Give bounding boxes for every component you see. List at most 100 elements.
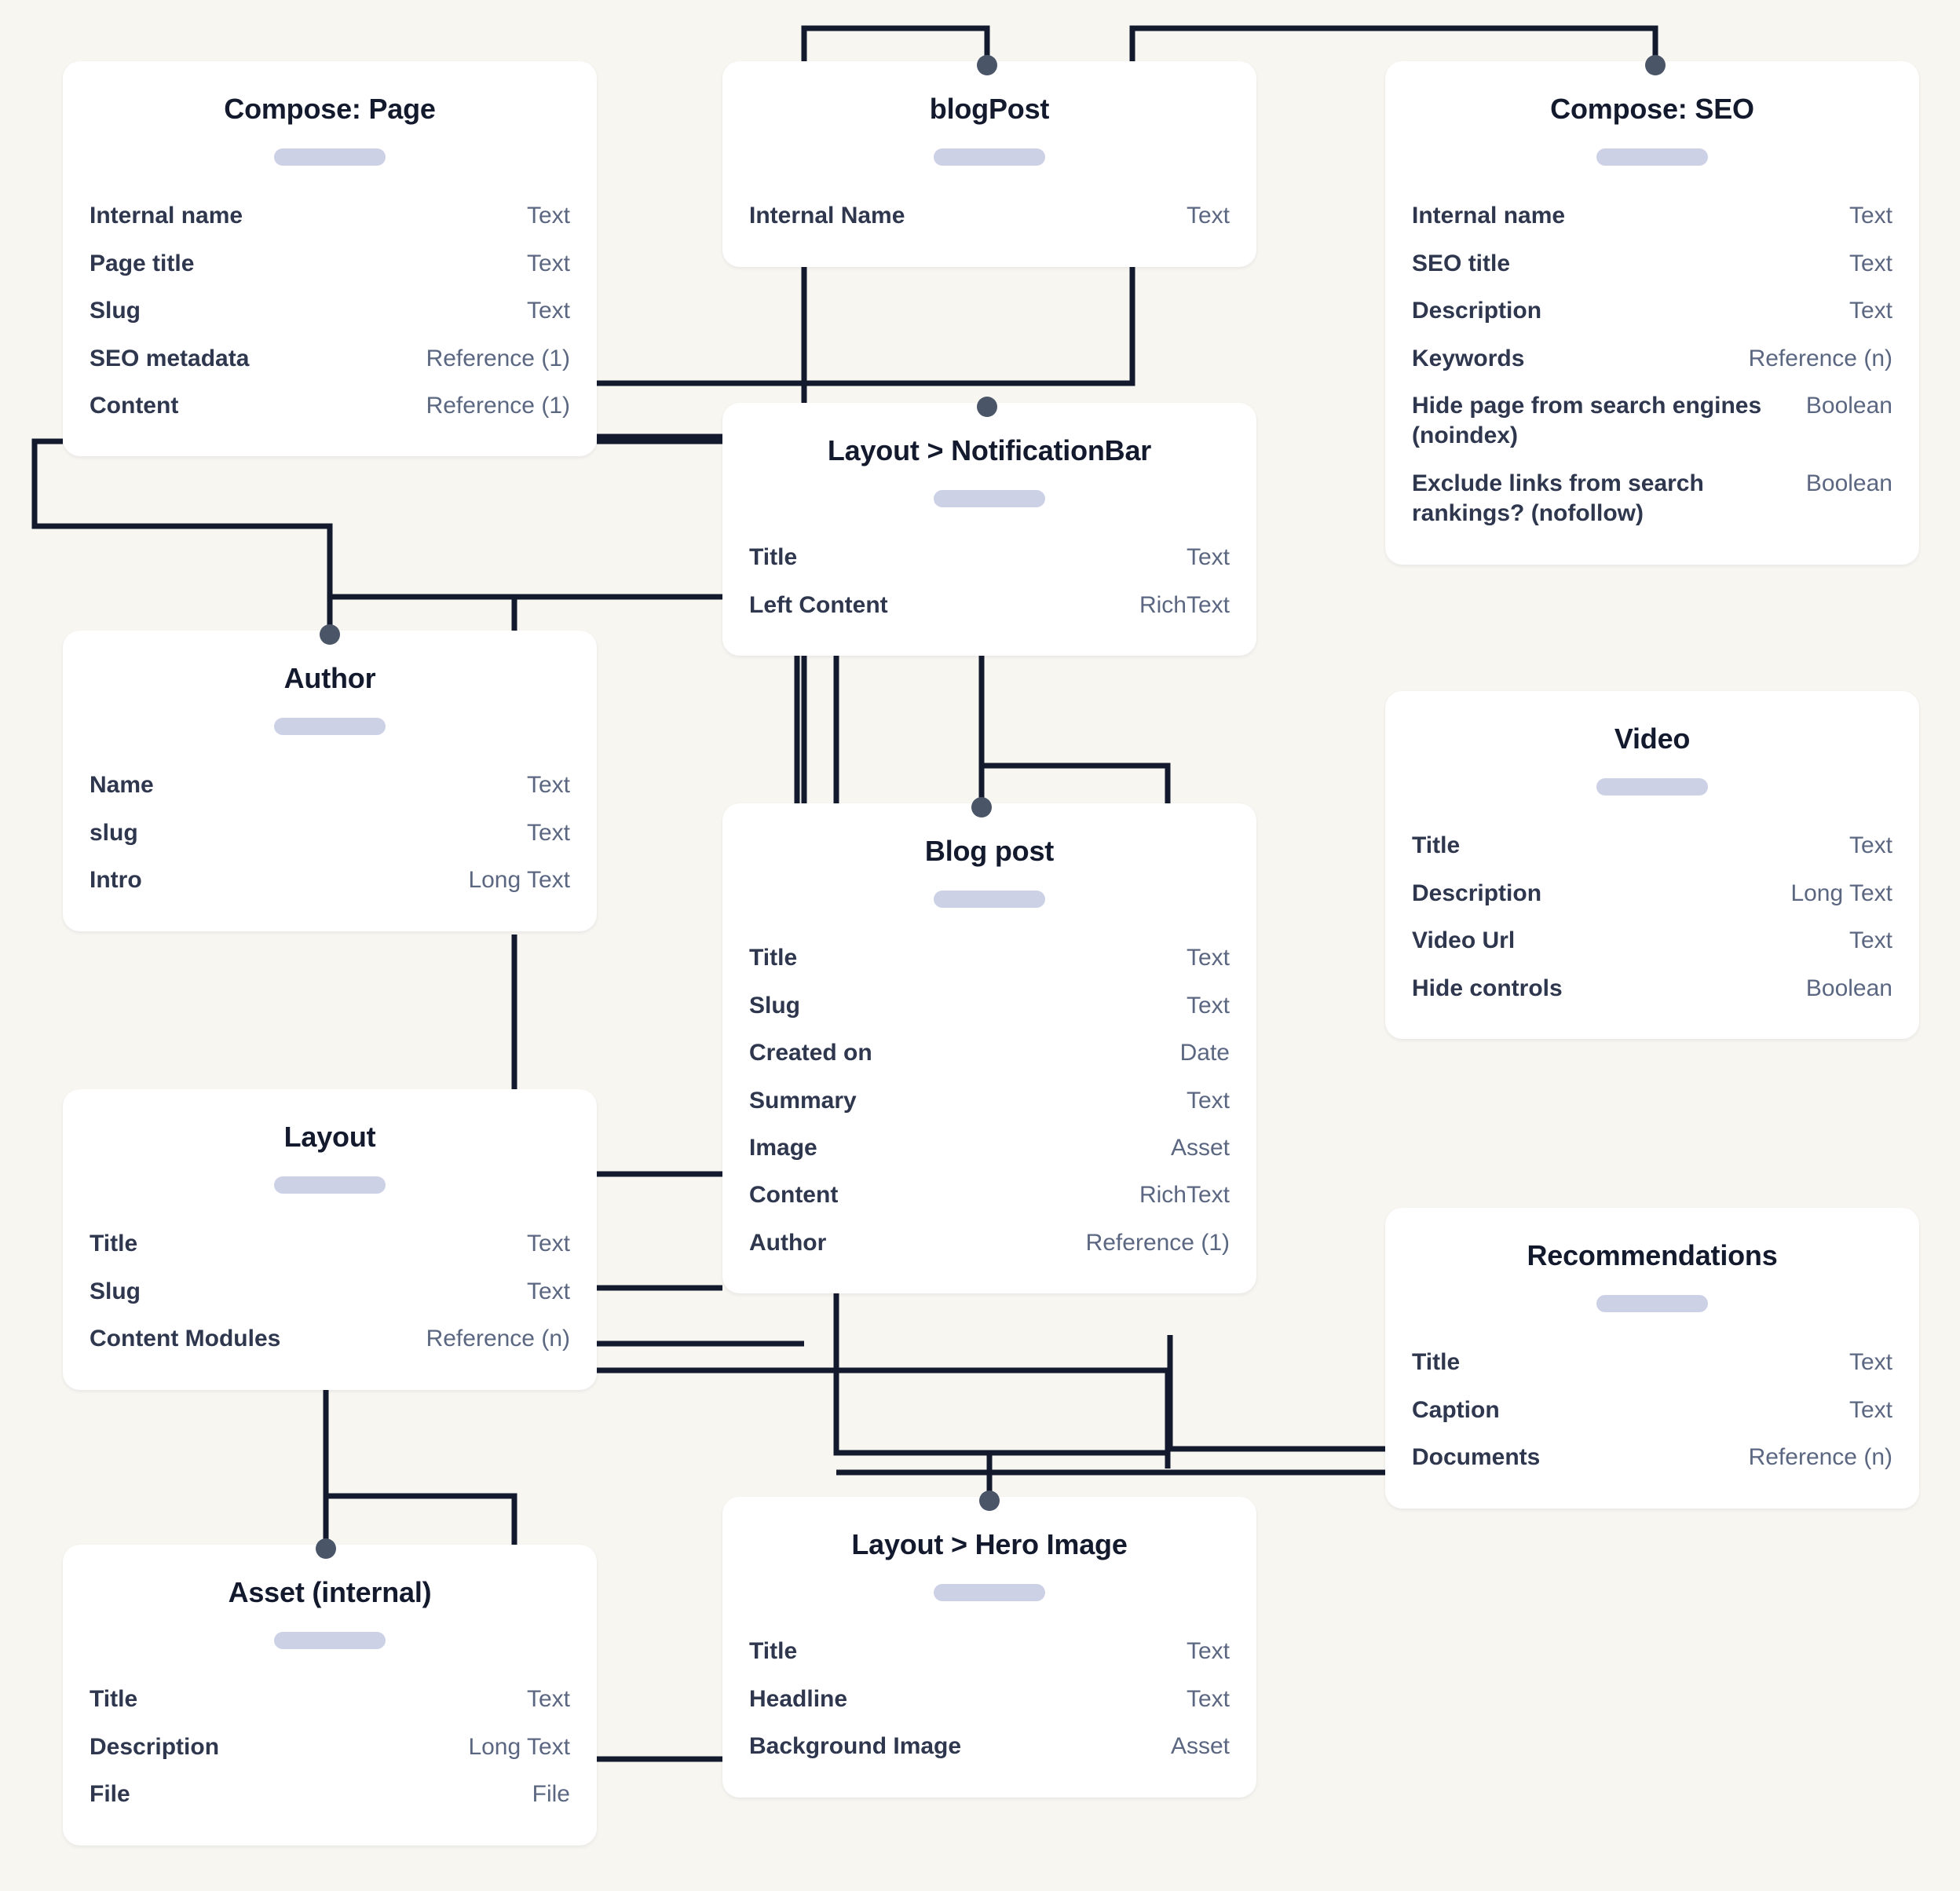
card-pill <box>934 490 1045 508</box>
field-name: Slug <box>749 992 800 1019</box>
field-row[interactable]: Slug Text <box>90 1268 570 1315</box>
card-asset-internal[interactable]: Asset (internal) Title Text Description … <box>63 1545 597 1845</box>
card-title: Video <box>1614 722 1691 755</box>
field-type: Boolean <box>1805 975 1892 1001</box>
field-name: Created on <box>749 1040 872 1066</box>
field-row[interactable]: Internal Name Text <box>749 192 1230 240</box>
field-row[interactable]: Summary Text <box>749 1077 1230 1125</box>
field-row[interactable]: SEO title Text <box>1412 240 1892 287</box>
field-name: Slug <box>90 298 141 324</box>
field-type: RichText <box>1139 1182 1230 1209</box>
field-row[interactable]: Created on Date <box>749 1030 1230 1077</box>
field-row[interactable]: Content Modules Reference (n) <box>90 1315 570 1362</box>
field-type: Text <box>526 772 570 799</box>
field-row[interactable]: Slug Text <box>749 982 1230 1030</box>
field-type: Asset <box>1170 1733 1230 1760</box>
field-row[interactable]: Title Text <box>90 1676 570 1723</box>
field-row[interactable]: Page title Text <box>90 240 570 287</box>
field-row[interactable]: Author Reference (1) <box>749 1220 1230 1267</box>
field-list: Internal name Text Page title Text Slug … <box>90 192 570 430</box>
card-layout-notificationbar[interactable]: Layout > NotificationBar Title Text Left… <box>722 403 1256 657</box>
connector-dot-blogpost <box>977 55 997 75</box>
card-pill <box>274 1176 386 1194</box>
card-recommendations[interactable]: Recommendations Title Text Caption Text … <box>1385 1208 1919 1509</box>
field-row[interactable]: Title Text <box>1412 1339 1892 1386</box>
field-name: Hide page from search engines (noindex) <box>1412 392 1762 449</box>
field-row[interactable]: Exclude links from search rankings? (nof… <box>1412 460 1892 538</box>
card-blogpost[interactable]: blogPost Internal Name Text <box>722 61 1256 267</box>
connector-dot-blog-post <box>971 797 992 817</box>
field-row[interactable]: Content RichText <box>749 1172 1230 1219</box>
field-row[interactable]: Content Reference (1) <box>90 382 570 430</box>
field-row[interactable]: Documents Reference (n) <box>1412 1434 1892 1481</box>
field-row[interactable]: Description Long Text <box>90 1724 570 1771</box>
field-row[interactable]: Video Url Text <box>1412 917 1892 964</box>
field-name: Exclude links from search rankings? (nof… <box>1412 470 1704 527</box>
card-blog-post[interactable]: Blog post Title Text Slug Text Created o… <box>722 803 1256 1294</box>
field-row[interactable]: slug Text <box>90 810 570 857</box>
field-name: Background Image <box>749 1733 962 1760</box>
field-row[interactable]: Description Long Text <box>1412 870 1892 917</box>
field-name: Title <box>749 544 798 571</box>
field-list: Title Text Left Content RichText <box>749 534 1230 629</box>
connector-dot-asset-internal <box>316 1538 336 1559</box>
card-compose-page[interactable]: Compose: Page Internal name Text Page ti… <box>63 61 597 457</box>
field-row[interactable]: Left Content RichText <box>749 582 1230 629</box>
card-pill <box>1596 778 1708 796</box>
field-list: Title Text Caption Text Documents Refere… <box>1412 1339 1892 1481</box>
field-name: Summary <box>749 1087 857 1114</box>
field-row[interactable]: Caption Text <box>1412 1387 1892 1434</box>
card-layout[interactable]: Layout Title Text Slug Text Content Modu… <box>63 1089 597 1390</box>
field-row[interactable]: Background Image Asset <box>749 1723 1230 1770</box>
field-row[interactable]: Title Text <box>749 935 1230 982</box>
field-list: Internal name Text SEO title Text Descri… <box>1412 192 1892 537</box>
field-type: Reference (n) <box>1748 1444 1892 1471</box>
card-compose-seo[interactable]: Compose: SEO Internal name Text SEO titl… <box>1385 61 1919 565</box>
field-type: Text <box>526 298 570 324</box>
field-row[interactable]: Title Text <box>90 1220 570 1267</box>
field-type: Text <box>1186 945 1230 971</box>
wire-blogpost-bracket <box>982 763 1171 809</box>
field-name: Keywords <box>1412 345 1525 371</box>
card-pill <box>1596 148 1708 166</box>
field-name: Title <box>90 1231 138 1257</box>
card-video[interactable]: Video Title Text Description Long Text V… <box>1385 691 1919 1039</box>
field-row[interactable]: Name Text <box>90 762 570 809</box>
field-list: Title Text Description Long Text File Fi… <box>90 1676 570 1818</box>
card-author[interactable]: Author Name Text slug Text Intro Long Te… <box>63 631 597 931</box>
field-type: Text <box>1848 927 1892 954</box>
field-list: Title Text Slug Text Content Modules Ref… <box>90 1220 570 1362</box>
field-row[interactable]: Internal name Text <box>90 192 570 240</box>
field-name: SEO title <box>1412 250 1511 276</box>
field-row[interactable]: Keywords Reference (n) <box>1412 335 1892 382</box>
field-type: Text <box>1186 1685 1230 1712</box>
card-title: Compose: SEO <box>1550 93 1754 125</box>
field-name: Content <box>749 1182 839 1209</box>
field-name: Documents <box>1412 1444 1541 1471</box>
field-row[interactable]: Title Text <box>1412 822 1892 869</box>
field-row[interactable]: Description Text <box>1412 287 1892 335</box>
field-name: Caption <box>1412 1396 1500 1423</box>
field-list: Title Text Slug Text Created on Date Sum… <box>749 935 1230 1267</box>
field-row[interactable]: SEO metadata Reference (1) <box>90 335 570 382</box>
card-layout-hero-image[interactable]: Layout > Hero Image Title Text Headline … <box>722 1497 1256 1798</box>
field-type: Date <box>1179 1040 1230 1066</box>
connector-dot-author <box>320 624 340 645</box>
field-row[interactable]: Internal name Text <box>1412 192 1892 240</box>
field-row[interactable]: Slug Text <box>90 287 570 335</box>
field-name: Content Modules <box>90 1326 281 1352</box>
field-row[interactable]: Hide controls Boolean <box>1412 965 1892 1012</box>
field-name: Intro <box>90 867 142 894</box>
field-name: Description <box>90 1733 220 1760</box>
field-row[interactable]: Hide page from search engines (noindex) … <box>1412 382 1892 460</box>
field-row[interactable]: Intro Long Text <box>90 857 570 904</box>
field-row[interactable]: File File <box>90 1771 570 1818</box>
field-row[interactable]: Title Text <box>749 1628 1230 1675</box>
card-title: blogPost <box>929 93 1050 125</box>
field-row[interactable]: Headline Text <box>749 1676 1230 1723</box>
card-pill <box>274 148 386 166</box>
card-pill <box>934 1584 1045 1602</box>
field-row[interactable]: Image Asset <box>749 1125 1230 1172</box>
field-row[interactable]: Title Text <box>749 534 1230 581</box>
field-type: Long Text <box>468 867 570 894</box>
